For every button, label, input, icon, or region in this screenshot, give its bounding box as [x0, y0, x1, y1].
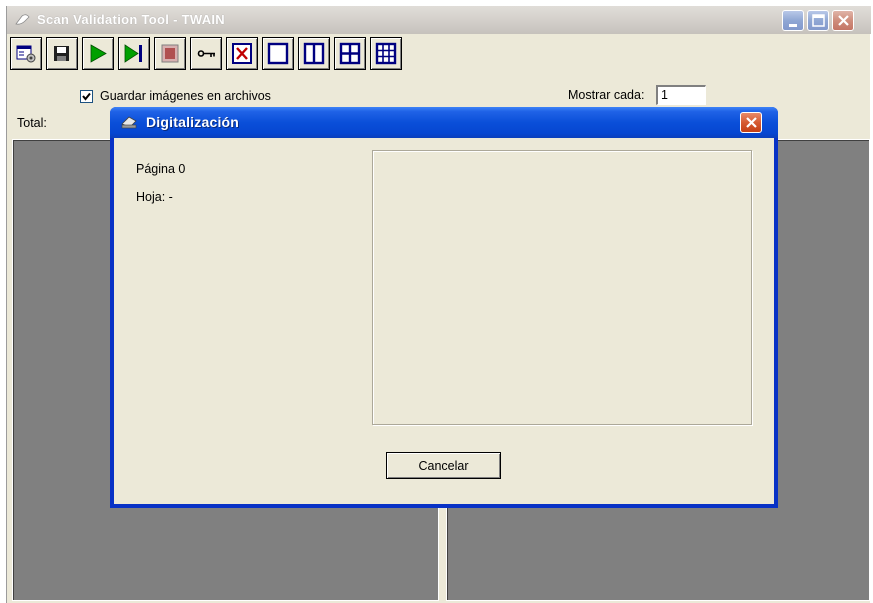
close-icon [838, 15, 849, 26]
view-many-button[interactable] [370, 37, 402, 70]
maximize-button[interactable] [807, 10, 829, 31]
cancel-button[interactable]: Cancelar [386, 452, 501, 479]
license-key-button[interactable] [190, 37, 222, 70]
x-box-icon [232, 43, 252, 64]
show-every-input[interactable]: 1 [656, 85, 706, 105]
app-icon [15, 13, 31, 27]
show-every-label: Mostrar cada: [568, 88, 645, 102]
start-scan-button[interactable] [82, 37, 114, 70]
view-1-button[interactable] [262, 37, 294, 70]
window-title: Scan Validation Tool - TWAIN [37, 12, 226, 27]
maximize-icon [812, 14, 825, 27]
dialog-close-button[interactable] [740, 112, 762, 133]
dialog-titlebar[interactable]: Digitalización [110, 107, 778, 138]
dialog-body: Página 0 Hoja: - Cancelar [114, 138, 774, 504]
total-label: Total: [17, 116, 47, 130]
save-images-label: Guardar imágenes en archivos [100, 89, 271, 103]
save-images-checkbox[interactable] [80, 90, 93, 103]
scan-one-button[interactable] [118, 37, 150, 70]
scanning-dialog: Digitalización Página 0 Hoja: - Cancelar [110, 107, 778, 508]
close-icon [746, 117, 757, 128]
key-icon [197, 50, 215, 57]
page-label: Página 0 [136, 162, 186, 176]
four-pane-icon [339, 42, 361, 65]
stop-icon [161, 44, 179, 63]
scanner-icon [120, 115, 138, 129]
minimize-button[interactable] [782, 10, 804, 31]
stop-button[interactable] [154, 37, 186, 70]
view-4-button[interactable] [334, 37, 366, 70]
play-to-end-icon [124, 44, 142, 63]
close-button[interactable] [832, 10, 854, 31]
single-pane-icon [267, 42, 289, 65]
scanner-settings-icon [16, 45, 36, 63]
dialog-title: Digitalización [146, 114, 240, 130]
checkmark-icon [82, 92, 91, 101]
sheet-label: Hoja: - [136, 190, 173, 204]
main-titlebar[interactable]: Scan Validation Tool - TWAIN [7, 6, 871, 34]
floppy-disk-icon [54, 46, 69, 61]
scan-preview-area [372, 150, 752, 425]
play-icon [90, 44, 107, 63]
settings-button[interactable] [10, 37, 42, 70]
two-pane-icon [303, 42, 325, 65]
grid-pane-icon [375, 42, 397, 65]
minimize-icon [789, 24, 797, 27]
view-2-button[interactable] [298, 37, 330, 70]
no-view-button[interactable] [226, 37, 258, 70]
save-button[interactable] [46, 37, 78, 70]
